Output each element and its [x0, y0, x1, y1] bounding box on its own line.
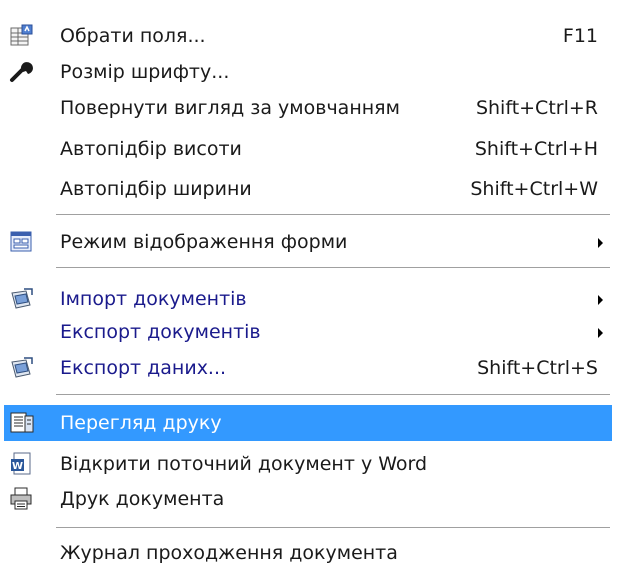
submenu-arrow-icon: [598, 238, 603, 248]
menu-item-label: Перегляд друку: [60, 412, 222, 434]
menu-item-label: Експорт документів: [60, 321, 261, 343]
menu-item-label: Імпорт документів: [60, 288, 247, 310]
menu-item-shortcut: F11: [562, 25, 598, 47]
menu-item-font-size[interactable]: Розмір шрифту...: [4, 54, 612, 90]
menu-item-label: Режим відображення форми: [60, 231, 348, 253]
form-view-icon: [9, 230, 35, 254]
menu-item-export-documents[interactable]: Експорт документів: [4, 314, 612, 350]
menu-item-select-fields[interactable]: Обрати поля... F11: [4, 18, 612, 54]
menu-item-label: Повернути вигляд за умовчанням: [60, 97, 400, 119]
menu-item-export-data[interactable]: Експорт даних... Shift+Ctrl+S: [4, 350, 612, 386]
wrench-icon: [9, 60, 35, 84]
menu-separator: [56, 214, 610, 216]
printer-icon: [9, 487, 35, 511]
menu-item-document-history[interactable]: Журнал проходження документа: [4, 535, 612, 569]
menu-item-shortcut: Shift+Ctrl+R: [475, 97, 598, 119]
svg-text:W: W: [12, 461, 23, 472]
menu-item-restore-default-view[interactable]: Повернути вигляд за умовчанням Shift+Ctr…: [4, 90, 612, 126]
menu-item-autofit-height[interactable]: Автопідбір висоти Shift+Ctrl+H: [4, 131, 612, 167]
menu-item-label: Відкрити поточний документ у Word: [60, 453, 428, 475]
menu-item-print-document[interactable]: Друк документа: [4, 481, 612, 517]
menu-separator: [56, 394, 610, 396]
menu-item-open-in-word[interactable]: W Відкрити поточний документ у Word: [4, 446, 612, 482]
import-icon: [9, 287, 35, 311]
menu-separator: [56, 527, 610, 529]
menu-item-autofit-width[interactable]: Автопідбір ширини Shift+Ctrl+W: [4, 171, 612, 207]
menu-item-label: Автопідбір ширини: [60, 178, 252, 200]
menu-item-print-preview[interactable]: Перегляд друку: [4, 405, 612, 441]
print-preview-icon: [9, 411, 35, 435]
menu-item-import-documents[interactable]: Імпорт документів: [4, 281, 612, 317]
menu-item-label: Обрати поля...: [60, 25, 206, 47]
menu-item-label: Друк документа: [60, 488, 225, 510]
menu-item-label: Журнал проходження документа: [60, 542, 398, 564]
menu-item-shortcut: Shift+Ctrl+W: [470, 178, 598, 200]
submenu-arrow-icon: [598, 295, 603, 305]
word-icon: W: [9, 452, 35, 476]
export-data-icon: [9, 356, 35, 380]
context-menu: Обрати поля... F11 Розмір шрифту... Пове…: [0, 0, 617, 569]
menu-item-label: Розмір шрифту...: [60, 61, 230, 83]
menu-item-form-display-mode[interactable]: Режим відображення форми: [4, 224, 612, 260]
menu-item-label: Експорт даних...: [60, 357, 227, 379]
table-fields-icon: [9, 24, 35, 48]
menu-item-shortcut: Shift+Ctrl+S: [477, 357, 598, 379]
menu-item-shortcut: Shift+Ctrl+H: [474, 138, 598, 160]
submenu-arrow-icon: [598, 328, 603, 338]
menu-item-label: Автопідбір висоти: [60, 138, 242, 160]
menu-separator: [56, 267, 610, 269]
